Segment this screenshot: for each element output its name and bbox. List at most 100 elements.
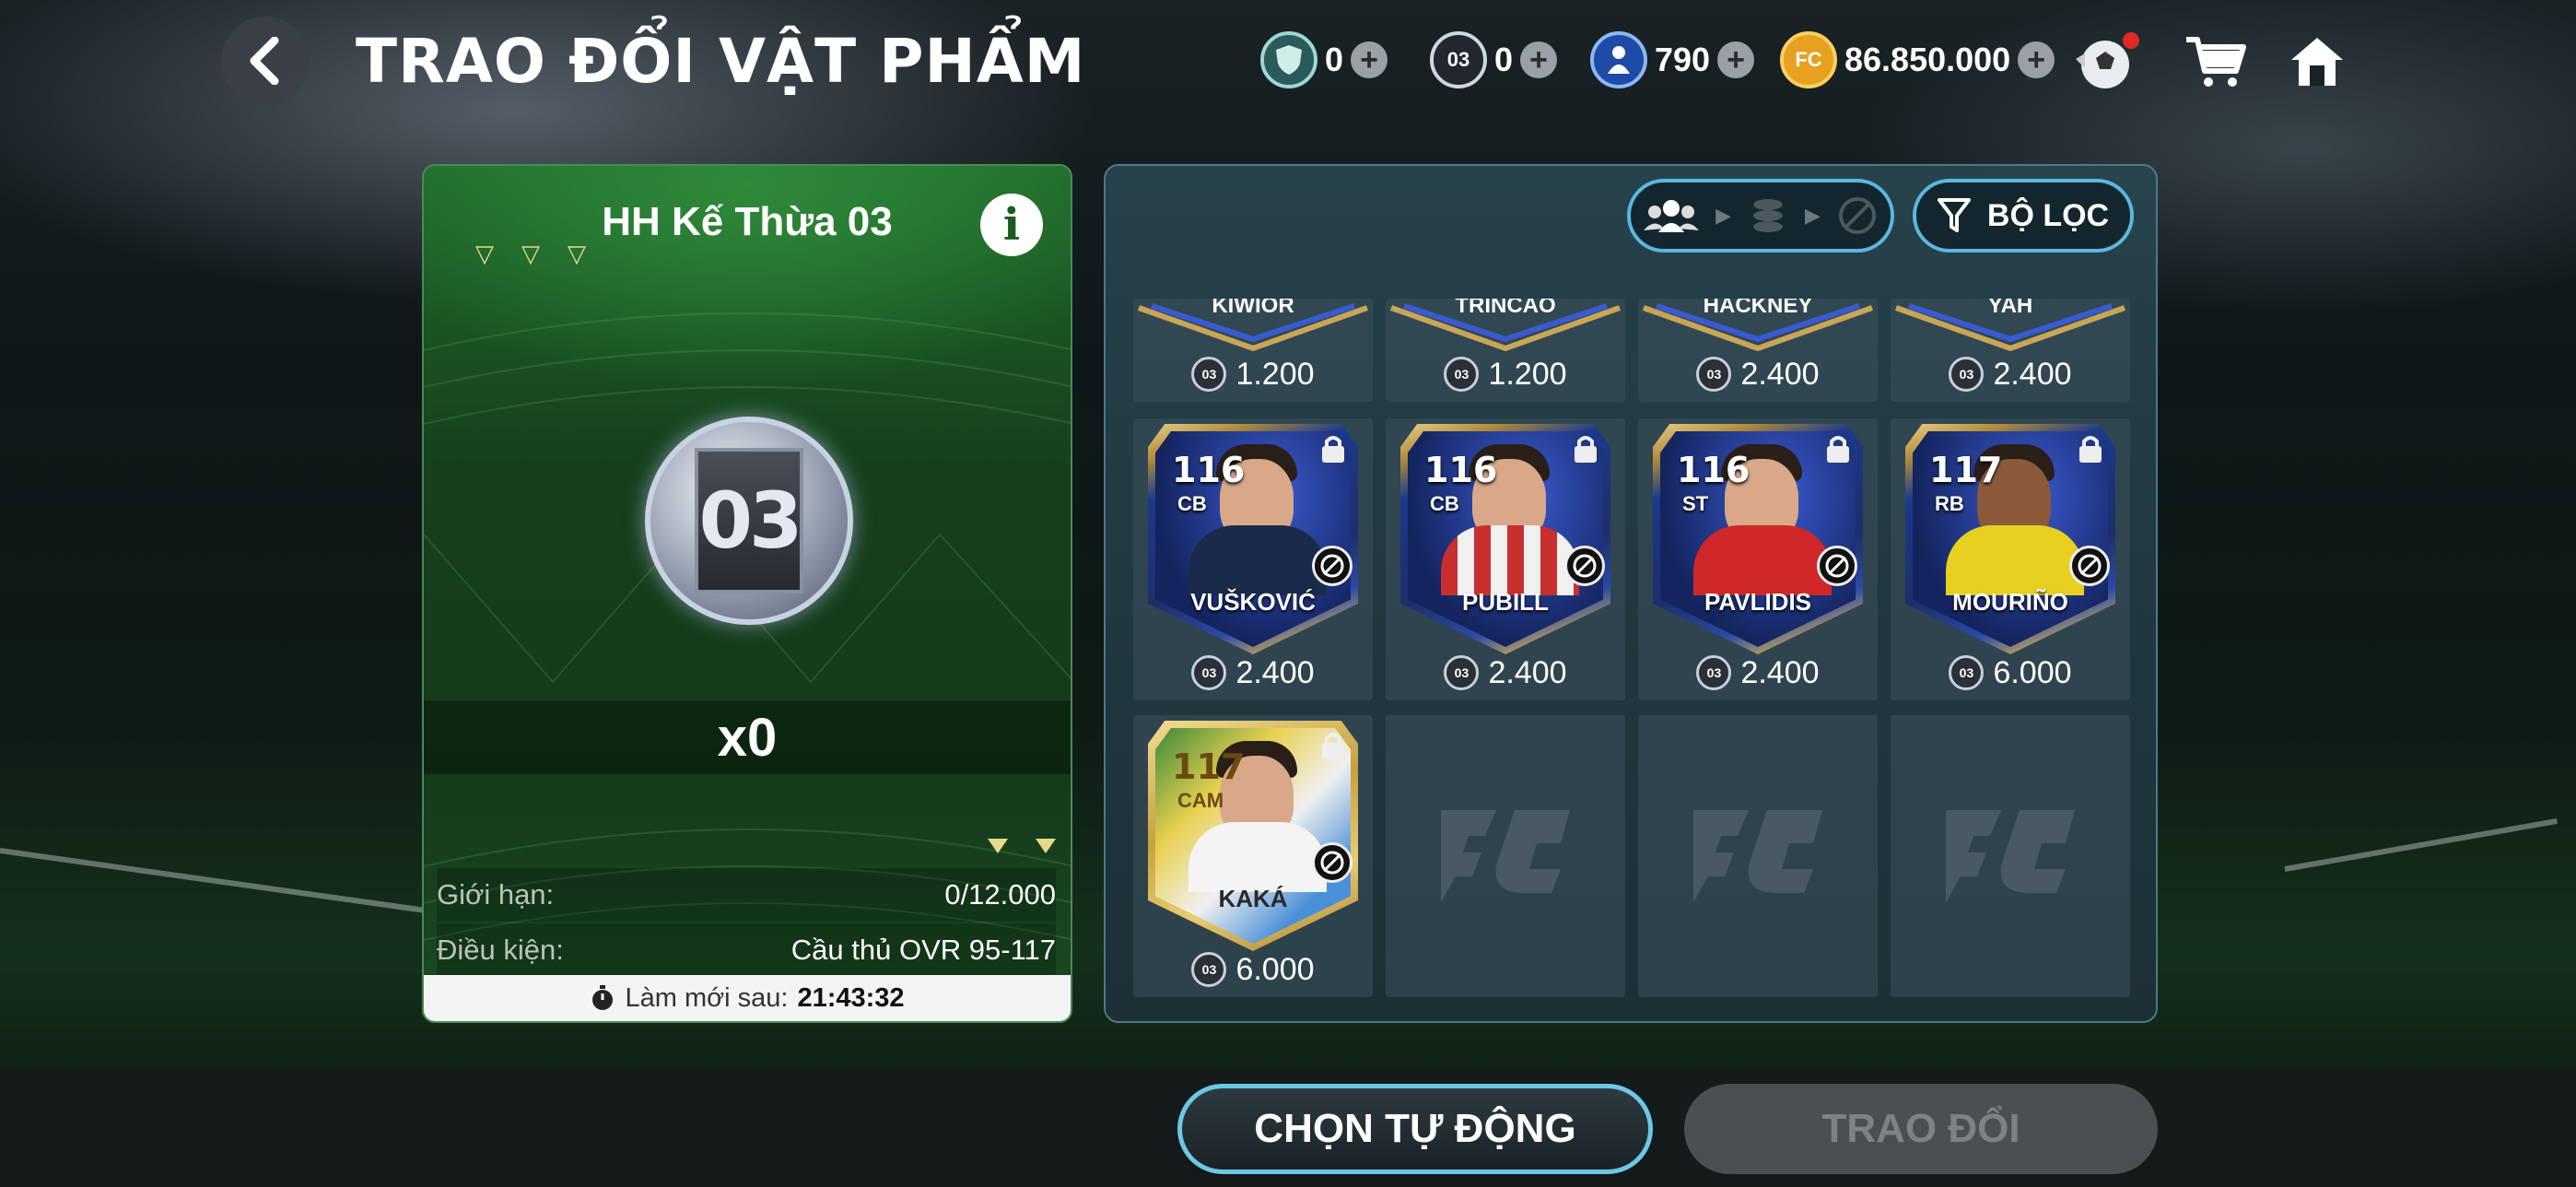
token-03-icon: 03 xyxy=(1430,31,1487,88)
home-icon[interactable] xyxy=(2281,28,2353,96)
player-card: 116 CB VUŠKOVIĆ xyxy=(1148,424,1358,654)
untradable-icon xyxy=(1312,546,1352,586)
player-card: 116 CB PUBILL xyxy=(1400,424,1610,654)
price-row: 03 1.200 xyxy=(1386,354,1625,394)
price-row: 03 6.000 xyxy=(1891,652,2130,693)
decor-triangle xyxy=(1036,839,1056,853)
player-shirt xyxy=(1188,822,1327,892)
player-point-icon xyxy=(1590,31,1647,88)
filter-button[interactable]: BỘ LỌC xyxy=(1913,179,2134,253)
price-value: 2.400 xyxy=(1740,356,1820,392)
token-03-icon: 03 xyxy=(1191,655,1227,690)
player-name: PAVLIDIS xyxy=(1704,588,1812,616)
player-card-cell[interactable]: 117 CAM KAKÁ 03 6.000 xyxy=(1133,715,1373,997)
arrow-right-icon: ▶ xyxy=(1715,204,1731,227)
player-position: CB xyxy=(1177,492,1207,515)
player-card-partial[interactable]: KIWIOR 03 1.200 xyxy=(1133,299,1373,402)
condition-row: Điều kiện: Cầu thủ OVR 95-117 xyxy=(437,923,1056,977)
price-value: 2.400 xyxy=(1993,356,2072,392)
price-value: 2.400 xyxy=(1235,654,1315,690)
price-value: 6.000 xyxy=(1993,654,2072,690)
condition-label: Điều kiện: xyxy=(437,934,564,966)
card-bottom-edge xyxy=(1642,303,1874,352)
trade-button[interactable]: TRAO ĐỔI xyxy=(1684,1084,2158,1174)
player-name: KAKÁ xyxy=(1218,885,1288,912)
player-ovr: 117 xyxy=(1929,450,2003,490)
player-card: 117 CAM KAKÁ xyxy=(1148,721,1358,951)
panel-title: HH Kế Thừa 03 xyxy=(602,199,893,244)
token-03-value: 0 xyxy=(1494,41,1514,78)
lock-icon xyxy=(1322,436,1344,463)
token-03-icon: 03 xyxy=(1444,357,1480,392)
price-value: 1.200 xyxy=(1488,356,1567,392)
empty-slot xyxy=(1638,715,1878,997)
limit-row: Giới hạn: 0/12.000 xyxy=(437,868,1056,922)
auto-select-button[interactable]: CHỌN TỰ ĐỘNG xyxy=(1177,1084,1653,1174)
back-button[interactable] xyxy=(221,17,310,105)
player-ovr: 116 xyxy=(1424,450,1498,490)
empty-slot xyxy=(1891,715,2130,997)
player-card: 117 RB MOURIÑO xyxy=(1905,424,2115,654)
currency-token-03: 03 0 + xyxy=(1430,28,1558,92)
pitch-line xyxy=(0,848,475,921)
price-row: 03 2.400 xyxy=(1386,652,1625,693)
condition-value: Cầu thủ OVR 95-117 xyxy=(790,934,1056,966)
token-03-icon: 03 xyxy=(1191,357,1227,392)
info-icon[interactable]: i xyxy=(980,194,1043,256)
currency-fc-coin: FC 86.850.000 + xyxy=(1780,28,2055,92)
fc-logo-icon xyxy=(1386,715,1625,997)
token-label: 03 xyxy=(695,448,803,594)
untradable-icon xyxy=(1312,842,1352,883)
stopwatch-icon xyxy=(592,985,614,1010)
price-value: 6.000 xyxy=(1235,951,1315,987)
players-icon xyxy=(1644,200,1700,232)
coin-stack-icon xyxy=(1753,199,1783,232)
currency-player-point: 790 + xyxy=(1590,28,1755,92)
price-row: 03 2.400 xyxy=(1891,354,2130,394)
price-row: 03 2.400 xyxy=(1638,652,1878,693)
sort-toggle[interactable]: ▶ ▶ xyxy=(1627,179,1894,253)
player-card-partial[interactable]: HACKNEY 03 2.400 xyxy=(1638,299,1878,402)
player-card-cell[interactable]: 117 RB MOURIÑO 03 6.000 xyxy=(1891,418,2130,700)
player-position: RB xyxy=(1935,492,1964,515)
shield-token-icon xyxy=(1260,31,1317,88)
lock-icon xyxy=(1322,733,1344,759)
price-value: 2.400 xyxy=(1488,654,1567,690)
player-name: PUBILL xyxy=(1462,588,1549,616)
token-quantity: x0 xyxy=(424,700,1071,774)
untradable-icon xyxy=(2069,546,2110,586)
filter-icon xyxy=(1937,198,1971,232)
shop-cart-icon[interactable] xyxy=(2180,28,2252,96)
token-03-icon: 03 xyxy=(1949,655,1985,690)
player-ovr: 117 xyxy=(1172,746,1246,787)
add-fc-coin-button[interactable]: + xyxy=(2018,41,2055,78)
lock-icon xyxy=(2079,436,2102,463)
player-card-partial[interactable]: YAH 03 2.400 xyxy=(1891,299,2130,402)
player-position: CAM xyxy=(1177,789,1224,812)
player-shirt xyxy=(1693,525,1832,595)
exchange-item-panel: HH Kế Thừa 03 i ▽ ▽ ▽ 03 x0 Giới hạn: 0/… xyxy=(422,164,1072,1023)
card-bottom-edge xyxy=(1137,303,1369,352)
player-card-partial[interactable]: TRINCAO 03 1.200 xyxy=(1386,299,1625,402)
player-card: 116 ST PAVLIDIS xyxy=(1653,424,1863,654)
untradable-icon xyxy=(1564,546,1605,586)
player-card-cell[interactable]: 116 ST PAVLIDIS 03 2.400 xyxy=(1638,418,1878,700)
token-03-icon: 03 xyxy=(1191,952,1227,987)
filter-label: BỘ LỌC xyxy=(1986,197,2110,233)
price-value: 1.200 xyxy=(1235,356,1315,392)
arrow-right-icon: ▶ xyxy=(1805,204,1821,227)
player-point-value: 790 xyxy=(1655,41,1711,78)
player-card-cell[interactable]: 116 CB VUŠKOVIĆ 03 2.400 xyxy=(1133,418,1373,700)
add-token-03-button[interactable]: + xyxy=(1520,41,1558,78)
add-player-point-button[interactable]: + xyxy=(1717,41,1755,78)
add-shield-button[interactable]: + xyxy=(1351,41,1388,78)
decor-triangle-icon: ▽ xyxy=(475,240,494,267)
token-03-icon: 03 xyxy=(1696,655,1732,690)
player-name: VUŠKOVIĆ xyxy=(1190,588,1316,616)
price-row: 03 6.000 xyxy=(1133,949,1373,990)
player-card-cell[interactable]: 116 CB PUBILL 03 2.400 xyxy=(1386,418,1625,700)
football-event-icon[interactable] xyxy=(2071,28,2143,96)
price-row: 03 2.400 xyxy=(1638,354,1878,394)
untradable-icon xyxy=(1817,546,1857,586)
player-ovr: 116 xyxy=(1172,450,1246,490)
